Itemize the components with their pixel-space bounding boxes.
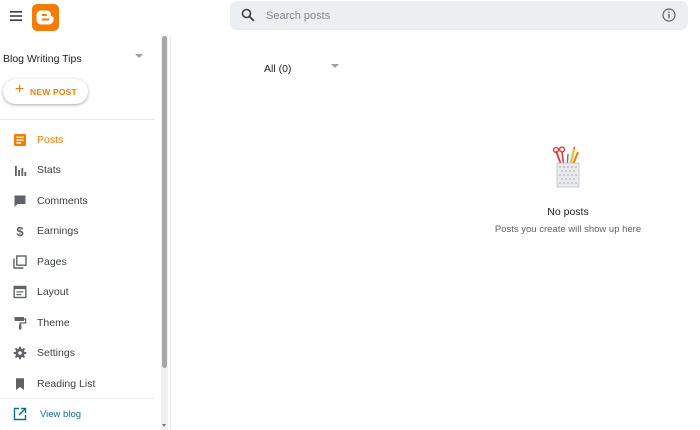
sidebar-item-label: Settings (37, 347, 75, 359)
svg-text:$: $ (16, 224, 24, 238)
sidebar-item-settings[interactable]: Settings (0, 340, 155, 366)
posts-icon (14, 134, 26, 146)
hamburger-menu-icon[interactable] (8, 8, 24, 24)
sidebar-item-label: Stats (37, 164, 61, 176)
scrollbar-thumb[interactable] (162, 36, 167, 368)
bookmark-icon (16, 378, 24, 390)
paint-roller-icon (14, 317, 27, 330)
chevron-down-icon (135, 54, 143, 58)
sidebar-item-earnings[interactable]: $ Earnings (0, 218, 155, 244)
search-input[interactable] (266, 6, 646, 25)
divider (0, 119, 155, 120)
layout-icon (13, 285, 27, 299)
sidebar-item-layout[interactable]: Layout (0, 279, 155, 305)
scroll-down-arrow-icon[interactable] (162, 424, 166, 427)
new-post-button[interactable]: + NEW POST (3, 79, 88, 104)
blog-selector[interactable]: Blog Writing Tips (3, 49, 148, 65)
sidebar-item-stats[interactable]: Stats (0, 157, 155, 183)
empty-state-subtitle: Posts you create will show up here (494, 224, 642, 235)
info-icon[interactable] (662, 8, 676, 22)
divider (0, 398, 155, 399)
dollar-icon: $ (16, 224, 24, 238)
sidebar-item-label: Posts (37, 134, 64, 146)
search-icon[interactable] (241, 8, 255, 22)
view-blog-link[interactable]: View blog (0, 402, 155, 426)
empty-posts-illustration (552, 146, 580, 188)
sidebar: Blog Writing Tips + NEW POST Posts Stats (0, 34, 160, 430)
post-filter-label: All (0) (264, 63, 292, 75)
blog-name: Blog Writing Tips (3, 53, 82, 65)
sidebar-item-label: Theme (37, 317, 70, 329)
post-filter-dropdown[interactable]: All (0) (264, 59, 344, 75)
sidebar-item-label: Earnings (37, 225, 79, 237)
sidebar-item-pages[interactable]: Pages (0, 249, 155, 275)
sidebar-item-label: Pages (37, 256, 67, 268)
sidebar-item-comments[interactable]: Comments (0, 188, 155, 214)
plus-icon: + (15, 81, 25, 98)
search-bar (230, 1, 688, 30)
open-external-icon (13, 407, 27, 421)
view-blog-label: View blog (40, 409, 82, 420)
sidebar-item-theme[interactable]: Theme (0, 310, 155, 336)
vertical-divider (170, 36, 171, 430)
sidebar-item-label: Layout (37, 286, 69, 298)
sidebar-item-reading-list[interactable]: Reading List (0, 371, 155, 397)
sidebar-item-label: Comments (37, 195, 88, 207)
blogger-logo-icon[interactable] (32, 4, 59, 31)
new-post-label: NEW POST (30, 87, 77, 97)
gear-icon (13, 346, 27, 360)
sidebar-item-label: Reading List (37, 378, 96, 390)
sidebar-scrollbar[interactable] (161, 36, 168, 430)
sidebar-item-posts[interactable]: Posts (0, 127, 155, 153)
stats-icon (15, 166, 27, 176)
comments-icon (14, 195, 26, 207)
empty-state-title: No posts (547, 206, 589, 218)
pages-icon (13, 255, 27, 269)
chevron-down-icon (331, 64, 339, 68)
top-bar (0, 0, 700, 34)
